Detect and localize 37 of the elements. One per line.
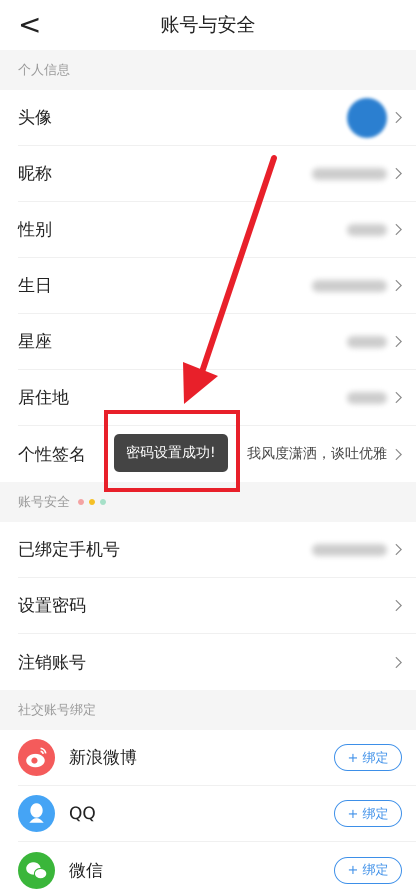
chevron-icon: [395, 223, 402, 236]
section-title: 社交账号绑定: [18, 702, 96, 719]
account-name: 新浪微博: [69, 747, 138, 769]
chevron-icon: [395, 335, 402, 348]
row-label: 注销账号: [18, 652, 86, 674]
row-value: 我风度潇洒，谈吐优雅: [247, 445, 387, 463]
chevron-icon: [395, 599, 402, 612]
blurred-value: [347, 224, 387, 236]
back-button[interactable]: <: [12, 8, 48, 41]
avatar: [347, 98, 387, 138]
row-label: 设置密码: [18, 595, 86, 617]
bind-button[interactable]: + 绑定: [334, 744, 402, 771]
row-label: 头像: [18, 107, 52, 129]
bind-button[interactable]: + 绑定: [334, 856, 402, 884]
row-label: 性别: [18, 219, 52, 241]
section-title: 账号安全: [18, 494, 70, 511]
account-name: 微信: [69, 860, 104, 882]
chevron-icon: [395, 543, 402, 556]
chevron-icon: [395, 391, 402, 404]
chevron-icon: [395, 111, 402, 124]
chevron-icon: [395, 656, 402, 668]
chevron-icon: [395, 448, 402, 460]
page-title: 账号与安全: [160, 13, 256, 38]
toast-message: 密码设置成功!: [114, 434, 228, 472]
row-label: 星座: [18, 331, 52, 353]
row-label: 居住地: [18, 387, 69, 409]
chevron-icon: [395, 167, 402, 180]
section-title: 个人信息: [18, 62, 70, 79]
row-label: 已绑定手机号: [18, 539, 120, 561]
row-label: 昵称: [18, 163, 52, 185]
row-label: 生日: [18, 275, 52, 297]
chevron-icon: [395, 279, 402, 292]
blurred-value: [347, 392, 387, 404]
row-label: 个性签名: [18, 444, 86, 466]
blurred-value: [347, 336, 387, 348]
account-name: QQ: [69, 804, 97, 824]
bind-button[interactable]: + 绑定: [334, 800, 402, 827]
